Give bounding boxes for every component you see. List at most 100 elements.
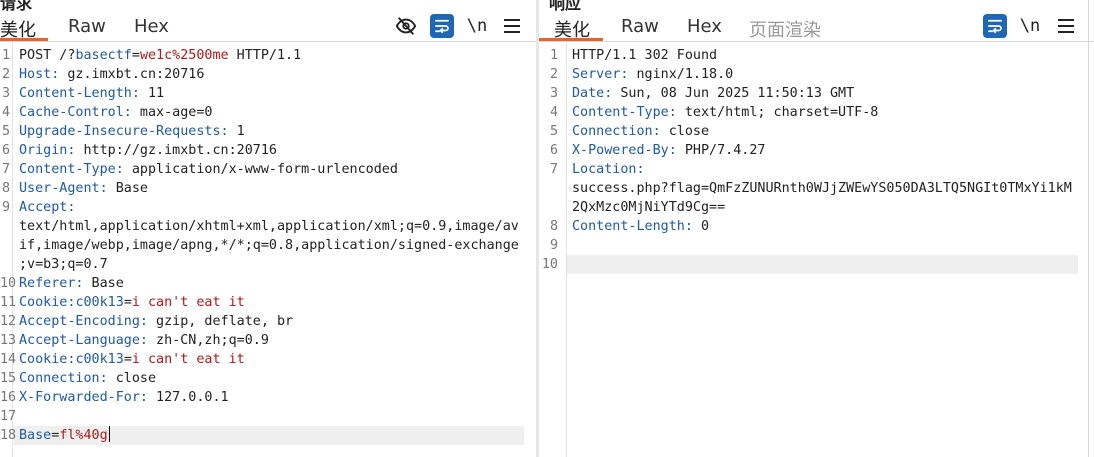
text-cursor — [108, 426, 110, 442]
code-line: Server: nginx/1.18.0 — [572, 65, 1094, 84]
tab-render[interactable]: 页面渲染 — [749, 16, 821, 42]
line-number: 8 — [1, 181, 10, 196]
line-number: 4 — [1, 105, 10, 120]
header-name: Connection: — [572, 124, 661, 139]
line-number: 1 — [549, 48, 558, 63]
header-name: Location: — [572, 162, 645, 177]
line-number: 18 — [0, 428, 17, 443]
code-line: Host: gz.imxbt.cn:20716 — [19, 65, 536, 84]
line-number: 3 — [549, 86, 558, 101]
code-line: ;v=b3;q=0.7 — [19, 255, 536, 274]
code-line: Base=fl%40g — [19, 426, 536, 445]
text-segment: gzip, deflate, br — [148, 314, 294, 329]
line-number: 1 — [1, 48, 10, 63]
word-wrap-icon[interactable] — [983, 14, 1007, 38]
code-line: HTTP/1.1 302 Found — [572, 46, 1094, 65]
eye-off-icon[interactable] — [394, 14, 418, 38]
tab-hex[interactable]: Hex — [687, 16, 722, 37]
text-segment: text/html,application/xhtml+xml,applicat… — [19, 219, 519, 234]
newline-toggle-icon[interactable]: \n — [1018, 14, 1042, 38]
header-name: Host: — [19, 67, 60, 82]
text-segment: 127.0.0.1 — [148, 390, 229, 405]
header-name: Accept-Language: — [19, 333, 148, 348]
header-name: Origin: — [19, 143, 76, 158]
line-number: 7 — [1, 162, 10, 177]
code-line: if,image/webp,image/apng,*/*;q=0.8,appli… — [19, 236, 536, 255]
header-name: X-Forwarded-For: — [19, 390, 148, 405]
text-segment: 11 — [139, 86, 165, 101]
text-segment: gz.imxbt.cn:20716 — [59, 67, 205, 82]
code-line: 2QxMzc0MjNiYTd9Cg== — [572, 198, 1094, 217]
code-line: Cookie:c00k13=i can't eat it — [19, 293, 536, 312]
code-line: Cookie:c00k13=i can't eat it — [19, 350, 536, 369]
header-name: Date: — [572, 86, 613, 101]
code-line: Content-Type: text/html; charset=UTF-8 — [572, 103, 1094, 122]
line-number: 13 — [0, 333, 17, 348]
request-tabs: 美化 Raw Hex \n — [0, 0, 536, 42]
line-number: 3 — [1, 86, 10, 101]
line-number: 14 — [0, 352, 17, 367]
text-segment: close — [660, 124, 710, 139]
header-name: Referer: — [19, 276, 84, 291]
code-line: Content-Type: application/x-www-form-url… — [19, 160, 536, 179]
newline-toggle-icon[interactable]: \n — [465, 14, 489, 38]
header-name: Content-Type: — [19, 162, 124, 177]
line-number: 17 — [0, 409, 17, 424]
line-number: 12 — [0, 314, 17, 329]
code-line: POST /?basectf=we1c%2500me HTTP/1.1 — [19, 46, 536, 65]
line-number: 8 — [549, 219, 558, 234]
header-name: X-Powered-By: — [572, 143, 677, 158]
line-number: 10 — [541, 257, 558, 272]
header-name: Accept: — [19, 200, 76, 215]
menu-icon[interactable] — [1054, 14, 1078, 38]
code-line: X-Powered-By: PHP/7.4.27 — [572, 141, 1094, 160]
line-number: 4 — [549, 105, 558, 120]
code-line: success.php?flag=QmFzZUNURnth0WJjZWEwYS0… — [572, 179, 1094, 198]
request-editor[interactable]: 1 POST /?basectf=we1c%2500me HTTP/1.1 2 Hos… — [0, 42, 536, 457]
code-line: Connection: close — [572, 122, 1094, 141]
text-segment: Base — [107, 181, 148, 196]
response-tabs: 美化 Raw Hex 页面渲染 \n — [539, 0, 1094, 42]
request-pane: 请求 美化 Raw Hex \n 1 POST /?basectf=we1c%25… — [0, 0, 536, 457]
header-name: c00k13 — [75, 352, 124, 367]
tab-raw[interactable]: Raw — [68, 16, 106, 37]
menu-icon[interactable] — [500, 14, 524, 38]
text-segment: close — [107, 371, 157, 386]
line-number: 15 — [0, 371, 17, 386]
header-name: User-Agent: — [19, 181, 108, 196]
code-line: Content-Length: 11 — [19, 84, 536, 103]
text-segment: = — [123, 295, 132, 310]
text-segment: 0 — [692, 219, 710, 234]
response-pane: 响应 美化 Raw Hex 页面渲染 \n 1 HTTP/1.1 302 Foun… — [539, 0, 1094, 457]
header-name: Content-Length: — [19, 86, 140, 101]
line-number: 7 — [549, 162, 558, 177]
text-segment: success.php?flag=QmFzZUNURnth0WJjZWEwYS0… — [572, 181, 1072, 196]
response-editor[interactable]: 1 HTTP/1.1 302 Found 2 Server: nginx/1.18.0… — [539, 42, 1094, 457]
text-segment: POST /? — [19, 48, 76, 63]
line-number: 2 — [549, 67, 558, 82]
text-segment: 1 — [228, 124, 245, 139]
header-name: Content-Type: — [572, 105, 677, 120]
param-value: i can't eat it — [131, 295, 245, 310]
code-line: Accept-Language: zh-CN,zh;q=0.9 — [19, 331, 536, 350]
line-number: 9 — [549, 238, 558, 253]
line-number: 5 — [549, 124, 558, 139]
text-segment: if,image/webp,image/apng,*/*;q=0.8,appli… — [19, 238, 519, 253]
tab-hex[interactable]: Hex — [134, 16, 169, 37]
text-segment: ;v=b3;q=0.7 — [19, 257, 108, 272]
param-value: fl%40g — [59, 428, 108, 443]
line-number: 10 — [0, 276, 17, 291]
text-segment: PHP/7.4.27 — [676, 143, 766, 158]
header-name: Upgrade-Insecure-Requests: — [19, 124, 229, 139]
header-name: basectf — [75, 48, 132, 63]
word-wrap-icon[interactable] — [430, 14, 454, 38]
code-line: Date: Sun, 08 Jun 2025 11:50:13 GMT — [572, 84, 1094, 103]
scrollbar-track[interactable] — [1088, 0, 1089, 457]
text-segment: HTTP/1.1 — [228, 48, 302, 63]
line-number: 6 — [549, 143, 558, 158]
code-line: Cache-Control: max-age=0 — [19, 103, 536, 122]
code-line: Content-Length: 0 — [572, 217, 1094, 236]
text-segment: nginx/1.18.0 — [628, 67, 734, 82]
tab-raw[interactable]: Raw — [621, 16, 659, 37]
